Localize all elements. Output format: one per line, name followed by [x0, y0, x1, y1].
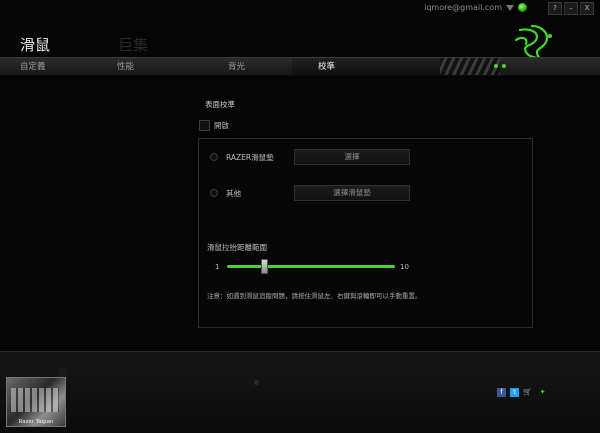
twitter-icon[interactable]: t — [510, 388, 519, 397]
decorative-stripes — [440, 58, 500, 75]
facebook-icon[interactable]: f — [497, 388, 506, 397]
page-title[interactable]: 滑鼠 — [20, 34, 50, 55]
tab-customize[interactable]: 自定義 — [20, 60, 46, 72]
enable-checkbox[interactable] — [199, 120, 210, 131]
device-name: Razer Taipan — [18, 419, 54, 425]
select-button[interactable]: 選擇 — [294, 149, 410, 165]
reset-note: 注意：如遇到滑鼠追蹤問題，請按住滑鼠左、右鍵與滾輪即可以手動重置。 — [207, 292, 422, 300]
other-pad-radio[interactable] — [210, 189, 218, 197]
macro-title[interactable]: 巨集 — [118, 34, 148, 55]
slider-min-label: 1 — [215, 263, 220, 271]
title-bar: iqmore@gmail.com ? – X — [0, 0, 600, 16]
help-button[interactable]: ? — [548, 2, 562, 15]
indicator-dot — [494, 64, 498, 68]
tab-active-highlight — [292, 58, 442, 75]
dropdown-arrow-icon[interactable] — [506, 5, 514, 11]
device-image — [11, 388, 59, 412]
minimize-button[interactable]: – — [564, 2, 578, 15]
tab-lighting[interactable]: 背光 — [228, 60, 245, 72]
tab-performance[interactable]: 性能 — [117, 60, 134, 72]
razer-pad-radio[interactable] — [210, 153, 218, 161]
indicator-dot — [502, 64, 506, 68]
tab-bar: 自定義 性能 背光 校準 — [0, 57, 600, 76]
other-pad-label: 其他 — [226, 189, 241, 198]
page-indicator-dot[interactable] — [254, 380, 259, 385]
razer-pad-label: RAZER滑鼠墊 — [226, 153, 274, 162]
lift-distance-label: 滑鼠拉抬距離範圍 — [207, 243, 267, 252]
select-mousepad-button[interactable]: 選擇滑鼠墊 — [294, 185, 410, 201]
account-email[interactable]: iqmore@gmail.com — [424, 3, 502, 12]
slider-max-label: 10 — [400, 263, 409, 271]
lift-distance-slider-thumb[interactable] — [261, 259, 269, 274]
razer-synapse-window: iqmore@gmail.com ? – X 滑鼠 巨集 自定義 性能 背光 校… — [0, 0, 600, 433]
lift-distance-slider-track[interactable] — [227, 265, 395, 268]
online-status-icon — [518, 3, 527, 12]
enable-label: 開啟 — [214, 121, 229, 130]
cart-icon[interactable]: 🛒 — [523, 388, 532, 397]
razer-icon[interactable]: ✦ — [538, 388, 547, 397]
close-button[interactable]: X — [580, 2, 594, 15]
device-thumbnail[interactable]: Razer Taipan — [6, 377, 66, 427]
tab-calibration[interactable]: 校準 — [318, 60, 335, 72]
section-title: 表面校準 — [205, 100, 235, 109]
